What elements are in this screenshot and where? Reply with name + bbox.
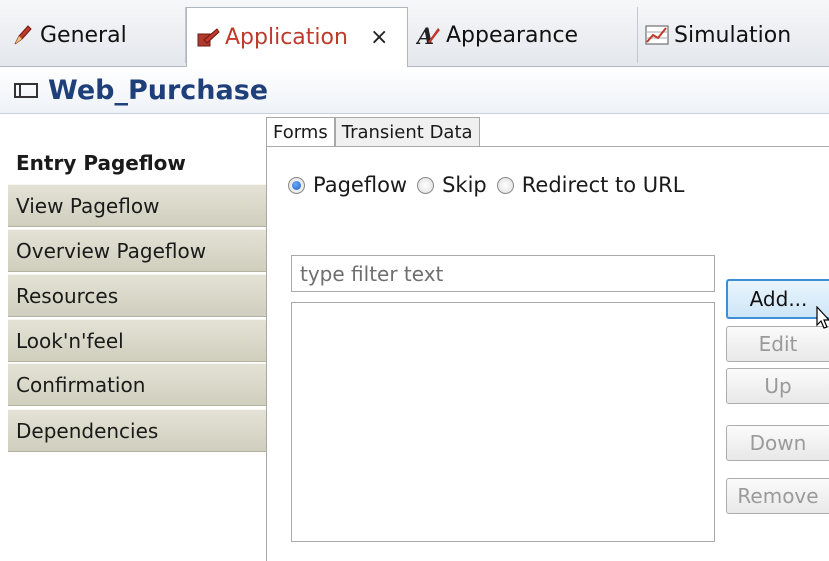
radio-unselected-icon[interactable] — [496, 176, 514, 194]
divider — [266, 146, 829, 147]
add-button[interactable]: Add... — [726, 279, 829, 319]
up-button[interactable]: Up — [726, 368, 829, 404]
sidebar-item-dependencies[interactable]: Dependencies — [8, 409, 266, 452]
sidebar-item-resources[interactable]: Resources — [8, 274, 266, 317]
radio-pageflow[interactable]: Pageflow — [288, 173, 407, 197]
edit-button[interactable]: Edit — [726, 326, 829, 362]
entry-type-radio-group: Pageflow Skip Redirect to URL — [288, 173, 694, 197]
tab-simulation[interactable]: Simulation — [638, 7, 829, 63]
sidebar-item-view-pageflow[interactable]: View Pageflow — [8, 184, 266, 227]
radio-unselected-icon[interactable] — [417, 176, 435, 194]
editor-title-bar: Web_Purchase — [0, 67, 829, 114]
sidebar-item-label: Confirmation — [16, 372, 146, 397]
sidebar-item-overview-pageflow[interactable]: Overview Pageflow — [8, 229, 266, 272]
mouse-cursor-icon — [816, 306, 829, 329]
radio-selected-icon[interactable] — [288, 176, 305, 194]
sidebar-item-confirmation[interactable]: Confirmation — [8, 363, 266, 406]
sidebar-item-look-n-feel[interactable]: Look'n'feel — [8, 319, 266, 362]
svg-text:A: A — [416, 24, 434, 48]
editor-tab-strip: General Application × A Appearance Simul… — [0, 0, 829, 67]
radio-label: Skip — [442, 173, 487, 197]
sidebar-item-label: Look'n'feel — [16, 328, 124, 353]
sidebar-item-label: View Pageflow — [16, 193, 160, 218]
divider — [266, 141, 267, 561]
tab-forms[interactable]: Forms — [266, 117, 335, 147]
simulation-icon — [644, 22, 670, 48]
tab-label: Forms — [273, 122, 328, 143]
left-nav: Entry Pageflow View Pageflow Overview Pa… — [8, 141, 270, 561]
radio-redirect-to-url[interactable]: Redirect to URL — [496, 173, 685, 197]
sidebar-item-label: Overview Pageflow — [16, 238, 207, 263]
radio-skip[interactable]: Skip — [417, 173, 487, 197]
tab-application[interactable]: Application × — [186, 7, 408, 67]
close-icon[interactable]: × — [370, 25, 388, 50]
forms-list[interactable] — [291, 302, 715, 542]
tab-label: Application — [225, 25, 348, 50]
tab-appearance[interactable]: A Appearance — [410, 7, 638, 63]
sidebar-item-label: Dependencies — [16, 418, 159, 443]
form-icon — [14, 82, 38, 98]
radio-label: Pageflow — [313, 173, 408, 197]
tab-label: Transient Data — [341, 122, 473, 143]
tab-label: Appearance — [446, 22, 579, 48]
filter-input[interactable] — [291, 255, 715, 292]
page-title: Web_Purchase — [48, 74, 269, 106]
remove-button[interactable]: Remove — [726, 478, 829, 514]
sidebar-item-label: Resources — [16, 283, 119, 308]
tab-label: General — [40, 22, 127, 48]
sidebar-empty-area — [8, 458, 267, 561]
sidebar-item-entry-pageflow[interactable]: Entry Pageflow — [8, 141, 270, 184]
down-button[interactable]: Down — [726, 425, 829, 461]
appearance-icon: A — [415, 22, 442, 50]
inner-tab-bar: Forms Transient Data — [266, 117, 480, 147]
sidebar-item-label: Entry Pageflow — [16, 150, 186, 175]
radio-label: Redirect to URL — [521, 173, 685, 197]
tab-label: Simulation — [674, 22, 792, 48]
application-icon — [195, 25, 221, 51]
pen-icon — [10, 22, 36, 48]
tab-general[interactable]: General — [10, 7, 186, 63]
tab-transient-data[interactable]: Transient Data — [334, 117, 480, 147]
